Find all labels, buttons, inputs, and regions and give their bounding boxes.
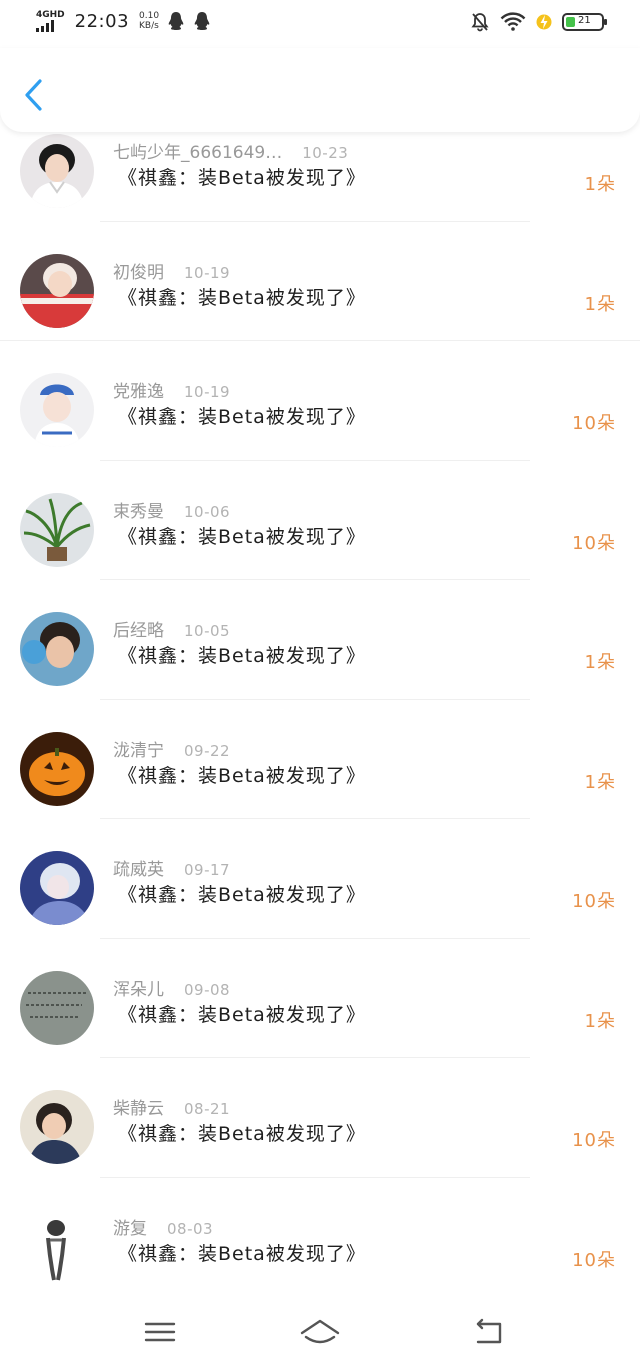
charging-icon: [536, 14, 552, 30]
list-item[interactable]: 游复 08-03 《祺鑫：装Beta被发现了》 10朵: [0, 1178, 640, 1297]
flower-count: 1朵: [584, 652, 616, 673]
flower-count: 10朵: [572, 1130, 616, 1151]
wifi-icon: [500, 12, 526, 31]
battery-level: 21: [578, 15, 591, 26]
gift-list: 七屿少年_6661649… 10-23 《祺鑫：装Beta被发现了》 1朵 初俊…: [0, 102, 640, 1297]
avatar[interactable]: [20, 970, 94, 1045]
list-item[interactable]: 疏威英 09-17 《祺鑫：装Beta被发现了》 10朵: [0, 819, 640, 939]
battery-icon: 21: [562, 13, 607, 31]
list-item[interactable]: 泷清宁 09-22 《祺鑫：装Beta被发现了》 1朵: [0, 700, 640, 819]
home-icon[interactable]: [298, 1316, 342, 1348]
sender-name: 束秀曼: [113, 501, 164, 522]
sender-name: 初俊明: [113, 262, 164, 283]
list-item[interactable]: 党雅逸 10-19 《祺鑫：装Beta被发现了》 10朵: [0, 341, 640, 461]
avatar[interactable]: [20, 851, 94, 925]
flower-count: 10朵: [572, 413, 616, 434]
sender-name: 游复: [113, 1218, 147, 1239]
sender-name: 疏威英: [113, 860, 164, 880]
item-date: 10-06: [184, 502, 231, 521]
flower-count: 1朵: [584, 174, 616, 195]
menu-icon[interactable]: [142, 1316, 178, 1348]
system-nav-bar: [0, 1296, 640, 1372]
chevron-left-icon[interactable]: [22, 78, 46, 112]
speed-unit: KB/s: [139, 21, 159, 31]
item-meta: 七屿少年_6661649… 10-23: [113, 138, 348, 163]
avatar[interactable]: [20, 253, 94, 328]
mute-icon: [471, 13, 489, 32]
item-date: 08-21: [184, 1100, 231, 1118]
qq-icon: [168, 12, 184, 30]
network-speed: 0.10 KB/s: [139, 11, 159, 31]
work-title: 《祺鑫：装Beta被发现了》: [118, 645, 366, 667]
item-date: 09-17: [184, 861, 231, 879]
work-title: 《祺鑫：装Beta被发现了》: [118, 525, 366, 548]
list-item[interactable]: 柴静云 08-21 《祺鑫：装Beta被发现了》 10朵: [0, 1058, 640, 1178]
speed-value: 0.10: [139, 11, 160, 21]
qq-icon: [194, 12, 210, 30]
network-indicator: 4GHD: [36, 10, 65, 32]
avatar[interactable]: [20, 373, 94, 447]
status-left: 4GHD 22:03 0.10 KB/s: [36, 10, 211, 32]
item-meta: 疏威英 09-17: [113, 855, 230, 880]
status-right: 21: [470, 12, 607, 32]
item-date: 10-19: [184, 263, 231, 282]
status-bar: 4GHD 22:03 0.10 KB/s 21: [0, 0, 640, 48]
item-meta: 后经略 10-05: [113, 616, 230, 641]
flower-count: 10朵: [572, 532, 616, 554]
item-date: 10-19: [184, 383, 231, 401]
work-title: 《祺鑫：装Beta被发现了》: [118, 167, 366, 189]
flower-count: 10朵: [572, 1249, 616, 1271]
flower-count: 1朵: [584, 771, 616, 793]
sender-name: 党雅逸: [113, 382, 164, 402]
signal-icon: [36, 20, 65, 32]
item-date: 10-05: [184, 622, 231, 640]
avatar[interactable]: [20, 492, 94, 567]
item-meta: 柴静云 08-21: [113, 1094, 230, 1119]
network-label: 4GHD: [36, 10, 65, 20]
list-item[interactable]: 浑朵儿 09-08 《祺鑫：装Beta被发现了》 1朵: [0, 939, 640, 1058]
item-date: 09-08: [184, 980, 231, 999]
work-title: 《祺鑫：装Beta被发现了》: [118, 884, 366, 906]
sender-name: 后经略: [113, 621, 164, 641]
flower-count: 1朵: [584, 1010, 616, 1032]
work-title: 《祺鑫：装Beta被发现了》: [118, 1123, 366, 1145]
item-meta: 束秀曼 10-06: [113, 497, 230, 522]
item-meta: 初俊明 10-19: [113, 258, 230, 283]
item-meta: 浑朵儿 09-08: [113, 975, 230, 1000]
avatar[interactable]: [20, 1090, 94, 1164]
item-date: 09-22: [184, 741, 231, 760]
clock: 22:03: [74, 10, 130, 32]
work-title: 《祺鑫：装Beta被发现了》: [118, 286, 366, 309]
item-meta: 泷清宁 09-22: [113, 736, 230, 761]
back-icon[interactable]: [470, 1316, 506, 1348]
avatar[interactable]: [20, 134, 94, 208]
item-meta: 游复 08-03: [113, 1214, 213, 1239]
work-title: 《祺鑫：装Beta被发现了》: [118, 1003, 366, 1026]
item-meta: 党雅逸 10-19: [113, 377, 230, 402]
sender-name: 柴静云: [113, 1099, 164, 1119]
battery-fill: [566, 17, 575, 27]
work-title: 《祺鑫：装Beta被发现了》: [118, 1242, 366, 1265]
flower-count: 1朵: [584, 293, 616, 315]
list-item[interactable]: 初俊明 10-19 《祺鑫：装Beta被发现了》 1朵: [0, 222, 640, 341]
avatar[interactable]: [20, 612, 94, 686]
list-item[interactable]: 后经略 10-05 《祺鑫：装Beta被发现了》 1朵: [0, 580, 640, 700]
item-date: 10-23: [302, 144, 349, 162]
work-title: 《祺鑫：装Beta被发现了》: [118, 764, 366, 787]
avatar[interactable]: [20, 1209, 94, 1284]
list-item[interactable]: 束秀曼 10-06 《祺鑫：装Beta被发现了》 10朵: [0, 461, 640, 580]
sender-name: 七屿少年_6661649…: [113, 143, 283, 163]
avatar[interactable]: [20, 731, 94, 806]
item-date: 08-03: [167, 1219, 214, 1238]
sender-name: 泷清宁: [113, 740, 164, 761]
sender-name: 浑朵儿: [113, 979, 164, 1000]
header: [0, 48, 640, 132]
work-title: 《祺鑫：装Beta被发现了》: [118, 406, 366, 428]
flower-count: 10朵: [572, 891, 616, 912]
